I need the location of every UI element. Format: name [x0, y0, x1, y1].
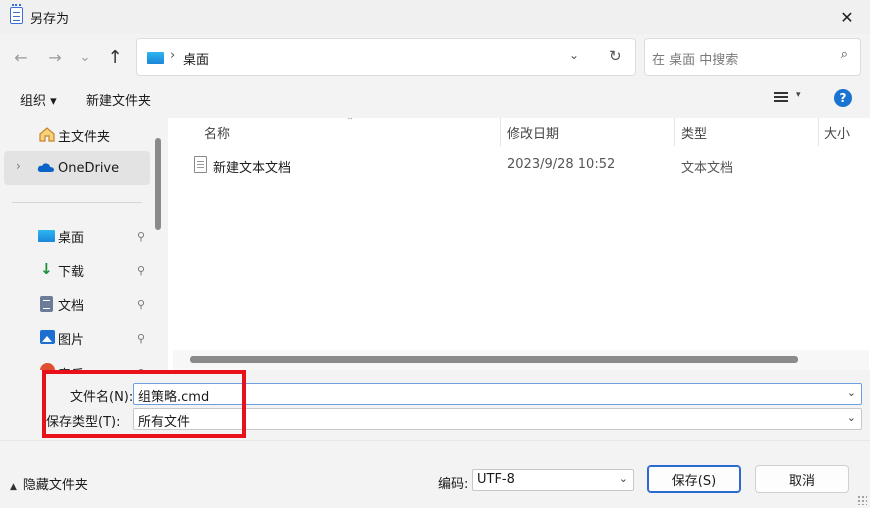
column-divider[interactable] [500, 118, 501, 146]
save-button[interactable]: 保存(S) [647, 465, 741, 493]
sidebar-item-downloads[interactable]: ↓ 下载 ⚲ [4, 253, 150, 287]
up-button[interactable]: ↑ [102, 44, 128, 70]
pin-icon[interactable]: ⚲ [137, 332, 145, 345]
chevron-down-icon: ⌄ [79, 49, 91, 65]
onedrive-icon [37, 163, 54, 172]
desktop-icon [38, 230, 55, 242]
column-divider[interactable] [818, 118, 819, 146]
sidebar-item-pictures[interactable]: 图片 ⚲ [4, 321, 150, 355]
download-icon: ↓ [40, 260, 53, 278]
resize-grip[interactable] [857, 495, 867, 505]
pin-icon[interactable]: ⚲ [137, 230, 145, 243]
search-placeholder: 在 桌面 中搜索 [652, 53, 739, 68]
view-list-icon[interactable] [774, 92, 788, 103]
window-title: 另存为 [30, 12, 70, 27]
music-icon [40, 363, 55, 370]
cancel-button[interactable]: 取消 [755, 465, 849, 493]
help-icon: ? [839, 91, 847, 105]
column-header-modified[interactable]: 修改日期 [507, 118, 559, 146]
address-dropdown-icon[interactable]: ⌄ [569, 48, 579, 62]
encoding-select[interactable]: UTF-8 ⌄ [472, 469, 634, 491]
breadcrumb-desktop[interactable]: 桌面 [183, 49, 209, 68]
home-icon [39, 127, 55, 142]
help-button[interactable]: ? [834, 89, 852, 107]
file-type: 文本文档 [681, 161, 734, 176]
horizontal-scrollbar[interactable] [190, 356, 798, 363]
sidebar-item-label: 主文件夹 [58, 129, 111, 145]
desktop-icon [147, 52, 164, 64]
file-name: 新建文本文档 [213, 161, 292, 176]
caret-up-icon: ▲ [10, 482, 17, 492]
chevron-down-icon[interactable]: ⌄ [847, 386, 856, 399]
close-button[interactable]: ✕ [824, 0, 870, 34]
chevron-down-icon[interactable]: ⌄ [619, 472, 628, 485]
chevron-right-icon[interactable]: › [16, 159, 21, 173]
sort-ascending-icon: ⌃ [346, 118, 355, 127]
address-bar[interactable]: › 桌面 ⌄ ↻ [136, 38, 636, 76]
encoding-label: 编码: [438, 477, 469, 492]
pictures-icon [40, 330, 55, 344]
breadcrumb-separator: › [170, 48, 176, 63]
organize-button[interactable]: 组织 ▾ [20, 90, 57, 109]
sidebar-scrollbar[interactable] [155, 138, 161, 230]
sidebar-item-documents[interactable]: 文档 ⚲ [4, 287, 150, 321]
column-divider[interactable] [674, 118, 675, 146]
pin-icon[interactable]: ⚲ [137, 264, 145, 277]
column-header-name[interactable]: 名称 [204, 118, 230, 146]
file-list: 名称 ⌃ 修改日期 类型 大小 新建文本文档 2023/9/28 10:52 文… [168, 118, 870, 370]
documents-icon [40, 296, 53, 312]
sidebar-item-label: 下载 [58, 264, 85, 280]
search-icon[interactable]: ⌕ [841, 47, 848, 62]
command-bar: 组织 ▾ 新建文件夹 ▾ ? [0, 80, 870, 118]
arrow-left-icon: ← [14, 47, 28, 67]
sidebar-item-label: OneDrive [58, 160, 120, 176]
recent-locations-button[interactable]: ⌄ [72, 44, 98, 70]
hide-folders-label: 隐藏文件夹 [22, 478, 88, 493]
sidebar-item-onedrive[interactable]: › OneDrive [4, 151, 150, 185]
file-row[interactable]: 新建文本文档 2023/9/28 10:52 文本文档 [188, 153, 848, 177]
refresh-icon[interactable]: ↻ [609, 47, 622, 65]
hide-folders-button[interactable]: ▲ 隐藏文件夹 [10, 474, 88, 493]
navigation-bar: ← → ⌄ ↑ › 桌面 ⌄ ↻ 在 桌面 中搜索 ⌕ [0, 34, 870, 80]
file-modified: 2023/9/28 10:52 [507, 157, 616, 172]
sidebar-item-home[interactable]: 主文件夹 [4, 118, 150, 152]
sidebar-item-label: 图片 [58, 332, 85, 348]
chevron-down-icon[interactable]: ⌄ [847, 411, 856, 424]
navigation-pane: 主文件夹 › OneDrive 桌面 ⚲ ↓ 下载 ⚲ 文档 ⚲ 图片 ⚲ 音乐… [0, 118, 168, 370]
highlight-annotation-box [42, 370, 246, 438]
pin-icon[interactable]: ⚲ [137, 298, 145, 311]
new-folder-button[interactable]: 新建文件夹 [86, 90, 151, 109]
back-button[interactable]: ← [8, 44, 34, 70]
title-bar: 另存为 ✕ [0, 0, 870, 34]
save-button-label: 保存(S) [671, 473, 717, 489]
view-dropdown-icon[interactable]: ▾ [796, 90, 801, 100]
sidebar-item-label: 文档 [58, 298, 85, 314]
column-header-size[interactable]: 大小 [824, 118, 850, 146]
arrow-up-icon: ↑ [107, 46, 123, 68]
encoding-value: UTF-8 [477, 472, 515, 487]
dialog-footer: ▲ 隐藏文件夹 编码: UTF-8 ⌄ 保存(S) 取消 [0, 441, 870, 508]
forward-button[interactable]: → [42, 44, 68, 70]
sidebar-divider [12, 202, 142, 203]
search-input[interactable]: 在 桌面 中搜索 ⌕ [644, 38, 861, 76]
close-icon: ✕ [840, 7, 854, 27]
sidebar-item-desktop[interactable]: 桌面 ⚲ [4, 219, 150, 253]
cancel-button-label: 取消 [788, 473, 815, 489]
column-header-type[interactable]: 类型 [681, 118, 707, 146]
text-file-icon [194, 156, 207, 173]
arrow-right-icon: → [48, 47, 62, 67]
sidebar-item-label: 桌面 [58, 230, 85, 246]
sidebar-item-music[interactable]: 音乐 ⚲ [4, 356, 150, 370]
notepad-icon [10, 4, 23, 24]
